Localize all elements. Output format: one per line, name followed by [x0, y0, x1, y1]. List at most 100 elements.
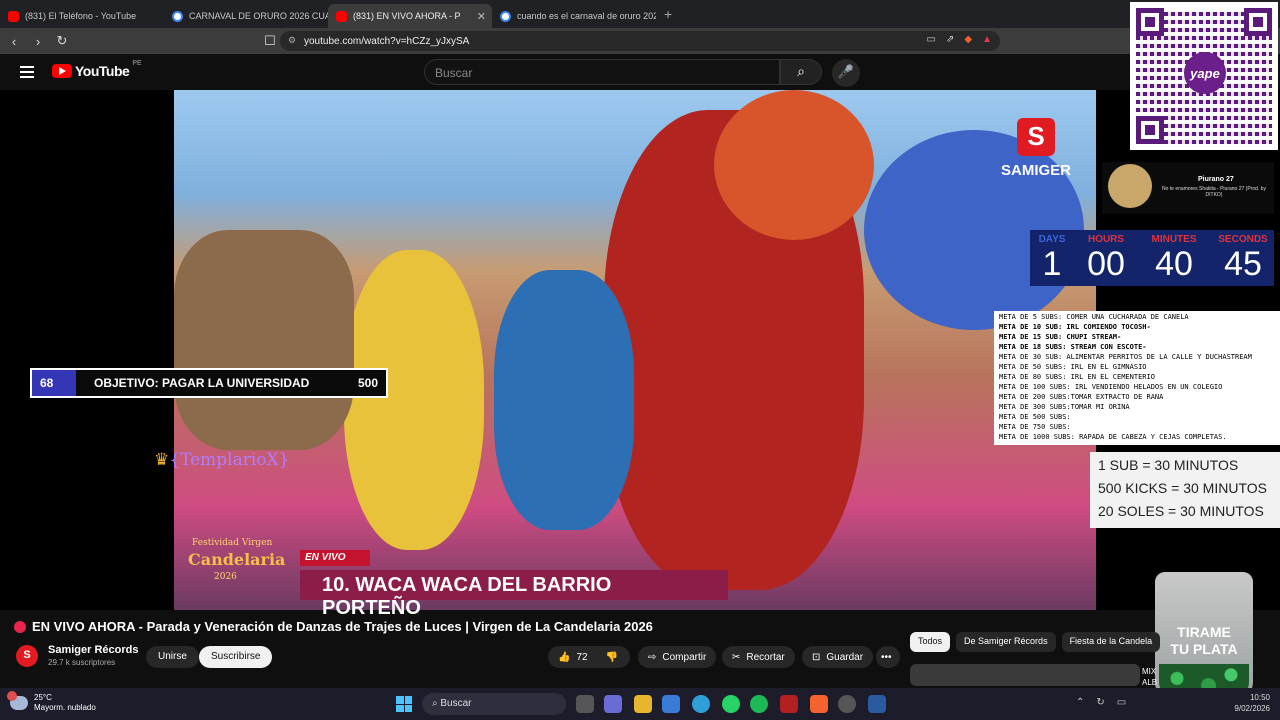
- clock[interactable]: 10:50 9/02/2026: [1234, 692, 1270, 714]
- tab-el-telefono[interactable]: (831) El Teléfono - YouTube: [0, 4, 164, 28]
- windows-start-icon[interactable]: [396, 696, 412, 712]
- steam-icon[interactable]: [868, 695, 886, 713]
- save-label: Guardar: [826, 651, 864, 663]
- search-input[interactable]: Buscar: [424, 59, 780, 85]
- spotify-icon[interactable]: [750, 695, 768, 713]
- site-info-icon[interactable]: ⚙: [288, 35, 296, 46]
- microphone-icon[interactable]: 🎤: [832, 59, 860, 87]
- chip-fiesta[interactable]: Fiesta de la Candela: [1061, 632, 1161, 652]
- share-icon[interactable]: ⇗: [946, 34, 954, 45]
- copilot-icon[interactable]: [604, 695, 622, 713]
- video-title-text: EN VIVO AHORA - Parada y Veneración de D…: [32, 619, 653, 634]
- bookmark-icon[interactable]: ☐: [260, 33, 280, 49]
- goal-label: OBJETIVO: PAGAR LA UNIVERSIDAD: [94, 376, 310, 390]
- mix-subtitle: ALB: [1142, 678, 1158, 687]
- store-icon[interactable]: [662, 695, 680, 713]
- google-icon: [500, 10, 511, 22]
- url-field[interactable]: ⚙ youtube.com/watch?v=hCZz_yJxySA ▭ ⇗ ◆ ▲: [280, 31, 1000, 51]
- tab-title: CARNAVAL DE ORURO 2026 CUAND: [189, 11, 328, 21]
- qr-pattern: yape: [1136, 8, 1272, 144]
- qr-finder: [1136, 116, 1164, 144]
- channel-name[interactable]: Samiger Récords: [48, 644, 138, 656]
- app-icon[interactable]: [780, 695, 798, 713]
- dancer-blue: [494, 270, 634, 530]
- forward-icon[interactable]: ›: [28, 34, 48, 49]
- chip-todos[interactable]: Todos: [910, 632, 951, 652]
- windows-taskbar: 25°C Mayorm. nublado ⌕ Buscar ⌃ ↻ ▭ 10:50 9/…: [0, 688, 1280, 720]
- share-button[interactable]: ⇨ Compartir: [638, 646, 717, 668]
- rate-line: 1 SUB = 30 MINUTOS: [1098, 457, 1239, 473]
- tab-en-vivo[interactable]: (831) EN VIVO AHORA - P ✕: [328, 4, 492, 28]
- more-button[interactable]: •••: [876, 646, 900, 668]
- festival-line2: Candelaria: [188, 550, 286, 569]
- tab-title: (831) EN VIVO AHORA - P: [353, 11, 461, 21]
- mix-thumbnail[interactable]: [910, 664, 1140, 686]
- scissors-icon: ✂: [732, 651, 741, 663]
- tab-cuando-es[interactable]: cuando es el carnaval de oruro 2026: [492, 4, 656, 28]
- crown-icon: ♛: [154, 450, 170, 470]
- countdown-timer: DAYS 1 HOURS 00 MINUTES 40 SECONDS 45: [1030, 230, 1274, 286]
- jar-line: TU PLATA: [1170, 641, 1238, 657]
- date: 9/02/2026: [1234, 704, 1270, 713]
- countdown-value: 1: [1042, 245, 1062, 283]
- like-icon[interactable]: 👍: [558, 652, 570, 663]
- save-button[interactable]: ⊡ Guardar: [802, 646, 874, 668]
- brave-shield-icon[interactable]: ◆: [964, 34, 972, 45]
- taskbar-search[interactable]: ⌕ Buscar: [422, 693, 566, 715]
- youtube-logo[interactable]: YouTube PE: [52, 60, 142, 79]
- search-icon[interactable]: ⌕: [780, 59, 822, 85]
- share-icon: ⇨: [648, 651, 657, 663]
- video-title: EN VIVO AHORA - Parada y Veneración de D…: [14, 619, 653, 634]
- channel-info[interactable]: S Samiger Récords 29.7 k suscriptores: [16, 644, 138, 667]
- lower-third: 10. WACA WACA DEL BARRIO PORTEÑO: [300, 570, 728, 619]
- new-tab-button[interactable]: +: [664, 6, 672, 22]
- countdown-value: 45: [1224, 245, 1262, 283]
- sync-icon[interactable]: ↻: [1096, 697, 1104, 708]
- tab-carnaval-oruro[interactable]: CARNAVAL DE ORURO 2026 CUAND: [164, 4, 328, 28]
- festival-line3: 2026: [214, 572, 237, 582]
- goal-line: META DE 10 SUB: IRL COMIENDO TOCOSH-: [999, 323, 1151, 331]
- whatsapp-icon[interactable]: [722, 695, 740, 713]
- file-explorer-icon[interactable]: [634, 695, 652, 713]
- back-icon[interactable]: ‹: [4, 34, 24, 49]
- reload-icon[interactable]: ↻: [52, 33, 72, 49]
- weather-text: Mayorm. nublado: [34, 703, 96, 712]
- chevron-up-icon[interactable]: ⌃: [1076, 697, 1084, 708]
- subscribe-button[interactable]: Suscribirse: [199, 646, 273, 668]
- clip-button[interactable]: ✂ Recortar: [722, 646, 795, 668]
- dislike-icon[interactable]: 👎: [606, 652, 618, 663]
- url-text: youtube.com/watch?v=hCZz_yJxySA: [304, 35, 470, 47]
- rewards-icon[interactable]: ▲: [982, 34, 992, 45]
- qr-finder: [1244, 8, 1272, 36]
- menu-icon[interactable]: [20, 66, 34, 78]
- cast-icon[interactable]: ▭: [927, 34, 936, 45]
- close-tab-icon[interactable]: ✕: [477, 10, 486, 23]
- countdown-value: 00: [1087, 245, 1125, 283]
- yape-qr-code: yape: [1130, 2, 1278, 150]
- mix-label[interactable]: MIX ALB: [1142, 666, 1157, 688]
- video-frame[interactable]: [174, 90, 1096, 610]
- goal-bar: 68 OBJETIVO: PAGAR LA UNIVERSIDAD 500: [30, 368, 388, 398]
- obs-icon[interactable]: [838, 695, 856, 713]
- youtube-icon: [8, 10, 19, 22]
- mix-title: MIX: [1142, 667, 1157, 676]
- network-icon[interactable]: ▭: [1117, 697, 1126, 708]
- edge-icon[interactable]: [692, 695, 710, 713]
- countdown-label: DAYS: [1038, 234, 1066, 245]
- browser-tab-bar: (831) El Teléfono - YouTube CARNAVAL DE …: [0, 0, 1280, 28]
- countdown-minutes: MINUTES 40: [1144, 234, 1204, 284]
- chip-samiger[interactable]: De Samiger Récords: [956, 632, 1056, 652]
- goal-line: META DE 80 SUBS: IRL EN EL CEMENTERIO: [999, 373, 1155, 381]
- goal-line: META DE 5 SUBS: COMER UNA CUCHARADA DE C…: [999, 313, 1189, 321]
- avatar[interactable]: S: [16, 644, 38, 667]
- bookmark-icon: ⊡: [812, 651, 821, 663]
- brave-icon[interactable]: [810, 695, 828, 713]
- user-tag: ♛{TemplarioX}: [154, 450, 289, 470]
- weather-widget[interactable]: 25°C Mayorm. nublado: [7, 691, 96, 713]
- like-count[interactable]: 72: [576, 652, 587, 663]
- subscriber-goals: META DE 5 SUBS: COMER UNA CUCHARADA DE C…: [994, 311, 1280, 445]
- video-player[interactable]: 68 OBJETIVO: PAGAR LA UNIVERSIDAD 500 ♛{…: [0, 90, 1280, 619]
- task-view-icon[interactable]: [576, 695, 594, 713]
- temperature: 25°C: [34, 693, 52, 702]
- join-button[interactable]: Unirse: [146, 646, 199, 668]
